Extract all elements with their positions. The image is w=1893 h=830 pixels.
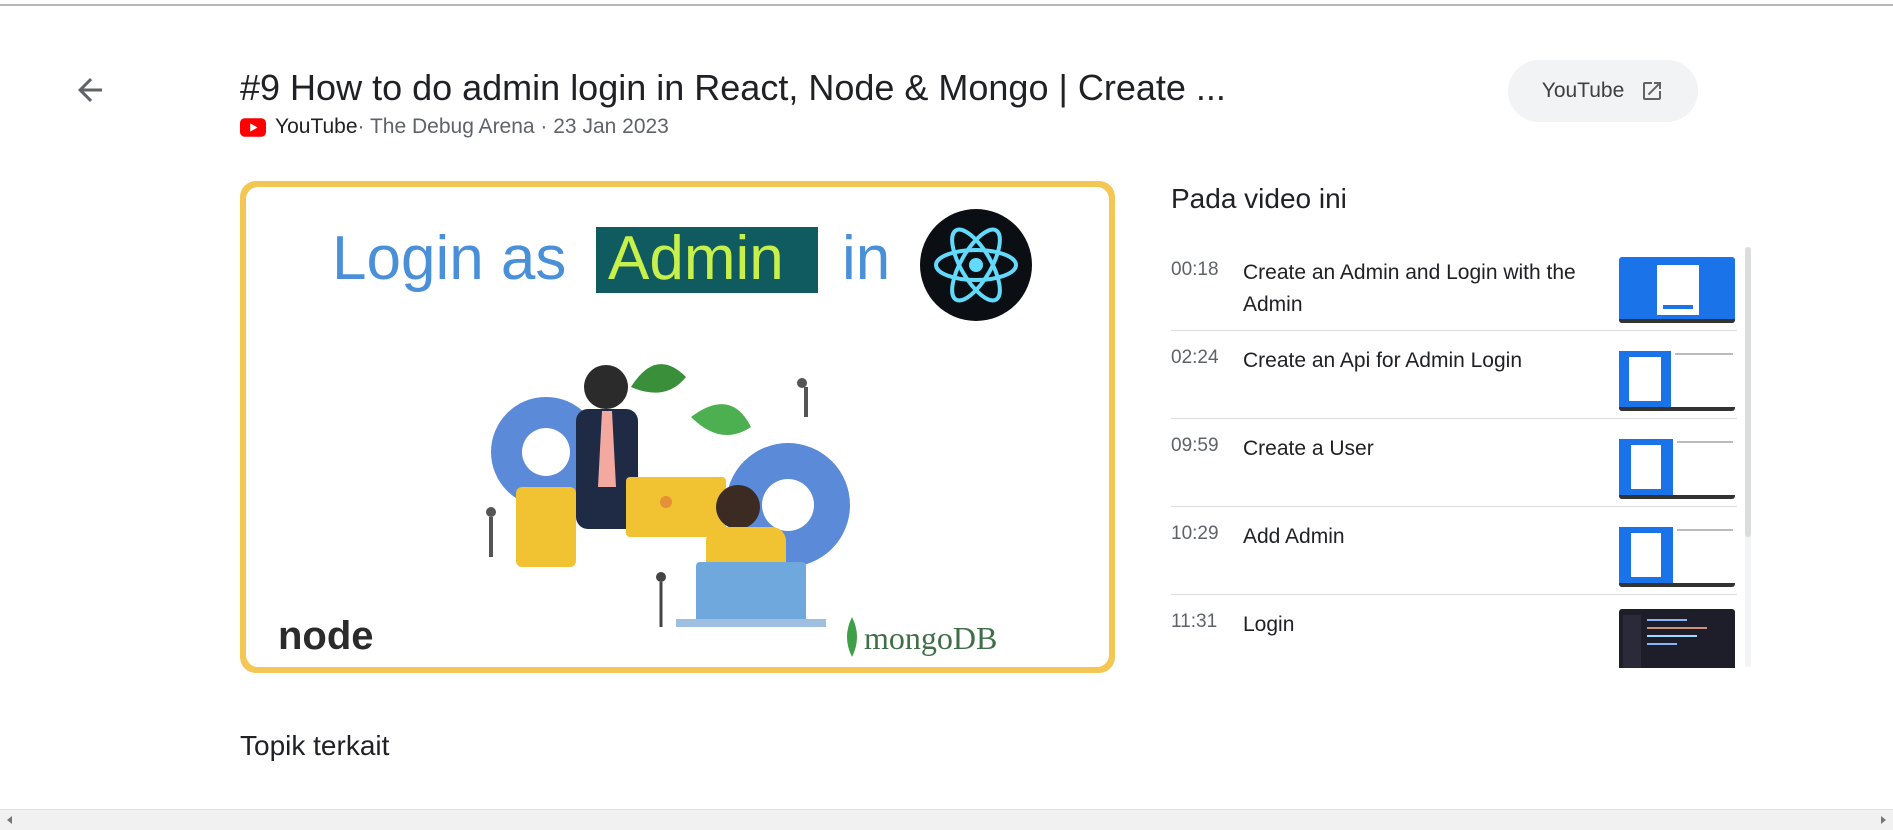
open-in-youtube-button[interactable]: YouTube xyxy=(1508,60,1698,122)
video-source: YouTube xyxy=(275,115,358,138)
video-thumbnail-image: Login as Admin in node mongoDB xyxy=(246,187,1109,667)
chapter-item[interactable]: 10:29 Add Admin xyxy=(1171,507,1737,595)
video-title: #9 How to do admin login in React, Node … xyxy=(240,67,1226,108)
related-topics-heading: Topik terkait xyxy=(240,730,390,761)
thumb-text-login-as: Login as xyxy=(332,224,566,293)
external-link-icon xyxy=(1643,82,1662,100)
top-divider xyxy=(0,4,1893,6)
horizontal-scrollbar[interactable] xyxy=(0,809,1893,830)
thumb-mongodb-logo: mongoDB xyxy=(864,620,997,656)
chapter-timestamp: 10:29 xyxy=(1171,523,1219,544)
chapter-title: Create an Admin and Login with the Admin xyxy=(1243,261,1576,316)
chapter-item[interactable]: 00:18 Create an Admin and Login with the… xyxy=(1171,243,1737,331)
chapter-thumbnail xyxy=(1619,433,1735,499)
chapter-thumbnail xyxy=(1619,257,1735,323)
chapter-timestamp: 11:31 xyxy=(1171,611,1218,632)
youtube-logo-icon xyxy=(240,117,266,137)
chapter-title: Create an Api for Admin Login xyxy=(1243,349,1523,372)
chapters-heading: Pada video ini xyxy=(1171,183,1347,214)
video-meta: YouTube · The Debug Arena · 23 Jan 2023 xyxy=(240,114,669,140)
scroll-left-arrow-icon[interactable] xyxy=(4,814,16,826)
scroll-right-arrow-icon[interactable] xyxy=(1877,814,1889,826)
chapter-thumbnail xyxy=(1619,521,1735,587)
back-button[interactable] xyxy=(72,72,108,108)
chapter-title: Login xyxy=(1243,613,1295,636)
chapter-item[interactable]: 02:24 Create an Api for Admin Login xyxy=(1171,331,1737,419)
chapter-item[interactable]: 11:31 Login xyxy=(1171,595,1737,668)
chapters-scrollbar[interactable] xyxy=(1745,247,1751,667)
chapters-scrollbar-thumb[interactable] xyxy=(1745,247,1751,537)
chapter-title: Create a User xyxy=(1243,437,1374,460)
video-player-thumbnail[interactable]: Login as Admin in node mongoDB xyxy=(240,181,1115,673)
chapters-list: 00:18 Create an Admin and Login with the… xyxy=(1171,243,1737,668)
chapter-thumbnail xyxy=(1619,345,1735,411)
chapter-timestamp: 02:24 xyxy=(1171,347,1219,368)
chapter-timestamp: 00:18 xyxy=(1171,259,1219,280)
chapter-title: Add Admin xyxy=(1243,525,1345,548)
thumb-node-logo: node xyxy=(278,614,374,658)
arrow-left-icon xyxy=(78,78,102,102)
open-in-youtube-label: YouTube xyxy=(1541,79,1625,102)
chapter-timestamp: 09:59 xyxy=(1171,435,1219,456)
chapter-thumbnail xyxy=(1619,609,1735,668)
thumb-text-admin: Admin xyxy=(608,224,784,293)
thumb-text-in: in xyxy=(842,224,890,293)
react-logo-icon xyxy=(920,209,1032,321)
video-channel-date: · The Debug Arena · 23 Jan 2023 xyxy=(357,115,669,138)
chapter-item[interactable]: 09:59 Create a User xyxy=(1171,419,1737,507)
